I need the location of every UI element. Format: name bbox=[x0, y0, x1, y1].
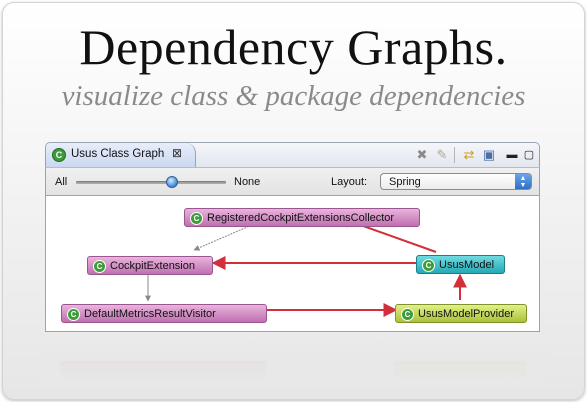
node-usus-model[interactable]: C UsusModel bbox=[416, 255, 505, 274]
class-icon: C bbox=[401, 308, 414, 321]
hero-subtitle: visualize class & package dependencies bbox=[61, 80, 526, 112]
usus-class-graph-view: C Usus Class Graph ⊠ ✖ ✎ ⇄ ▣ ▬ ▢ All Non… bbox=[45, 142, 540, 332]
layout-select-value: Spring bbox=[389, 176, 421, 188]
node-default-metrics-result-visitor[interactable]: C DefaultMetricsResultVisitor bbox=[61, 304, 267, 323]
tab-usus-class-graph[interactable]: C Usus Class Graph ⊠ bbox=[46, 143, 196, 168]
sync-icon[interactable]: ⇄ bbox=[460, 146, 478, 164]
node-label: UsusModel bbox=[439, 259, 495, 271]
delete-icon[interactable]: ✖ bbox=[413, 146, 431, 164]
tab-label: Usus Class Graph bbox=[71, 148, 165, 160]
slider-min-label: All bbox=[55, 176, 68, 188]
class-icon: C bbox=[93, 260, 106, 273]
close-icon[interactable]: ⊠ bbox=[172, 146, 182, 160]
reflection-fade bbox=[40, 332, 545, 384]
eraser-icon[interactable]: ✎ bbox=[433, 146, 451, 164]
slider-max-label: None bbox=[234, 176, 261, 188]
graph-canvas: C RegisteredCockpitExtensionsCollector C… bbox=[45, 196, 540, 332]
node-label: UsusModelProvider bbox=[418, 308, 514, 320]
class-icon: C bbox=[190, 212, 203, 225]
node-label: RegisteredCockpitExtensionsCollector bbox=[207, 212, 395, 224]
graph-controls: All None Layout: Spring ▲ ▼ bbox=[45, 167, 540, 196]
filter-slider[interactable] bbox=[76, 176, 226, 188]
node-label: DefaultMetricsResultVisitor bbox=[84, 308, 216, 320]
node-registered-cockpit-extensions-collector[interactable]: C RegisteredCockpitExtensionsCollector bbox=[184, 208, 420, 227]
class-icon: C bbox=[52, 148, 66, 162]
node-cockpit-extension[interactable]: C CockpitExtension bbox=[87, 256, 213, 275]
hero-title: Dependency Graphs. bbox=[79, 19, 508, 75]
slider-knob[interactable] bbox=[166, 176, 178, 188]
node-label: CockpitExtension bbox=[110, 260, 195, 272]
class-icon: C bbox=[422, 259, 435, 272]
class-icon: C bbox=[67, 308, 80, 321]
maximize-icon[interactable]: ▢ bbox=[520, 146, 538, 164]
minimize-icon[interactable]: ▬ bbox=[503, 146, 521, 164]
layout-label: Layout: bbox=[331, 176, 368, 188]
chevron-updown-icon: ▲ ▼ bbox=[515, 174, 531, 189]
toolbar-divider bbox=[454, 147, 455, 163]
node-usus-model-provider[interactable]: C UsusModelProvider bbox=[395, 304, 527, 323]
view-tab-bar: C Usus Class Graph ⊠ ✖ ✎ ⇄ ▣ ▬ ▢ bbox=[45, 142, 540, 168]
layout-select[interactable]: Spring ▲ ▼ bbox=[380, 173, 532, 190]
save-icon[interactable]: ▣ bbox=[480, 146, 498, 164]
